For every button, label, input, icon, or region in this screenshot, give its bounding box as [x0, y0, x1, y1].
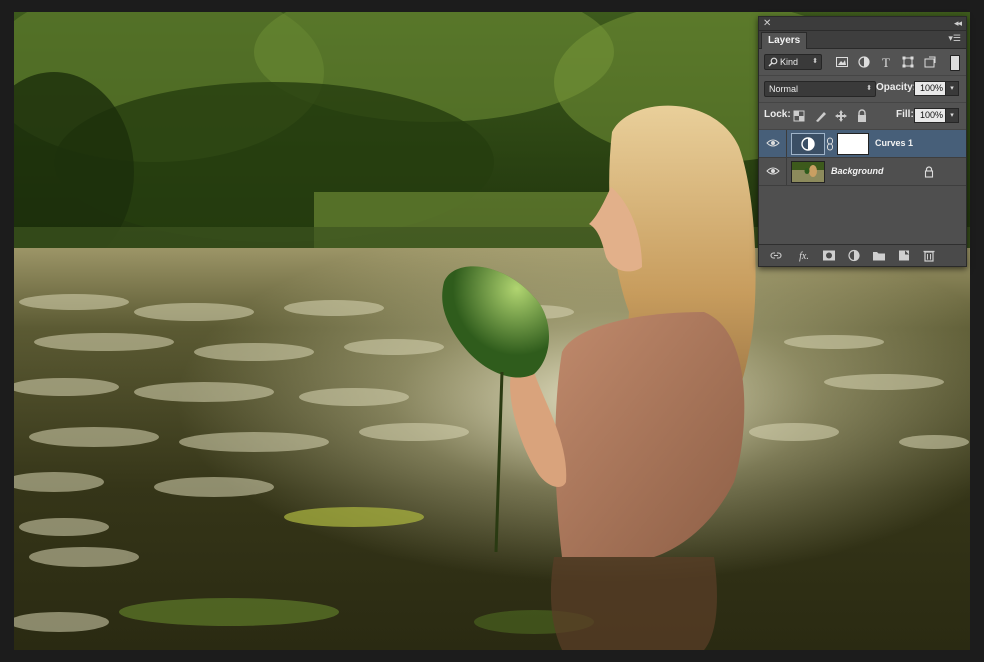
layer-name[interactable]: Background	[831, 166, 884, 176]
layers-panel: ✕ ◂◂ Layers ▾☰ Kind ⬍ T Normal ⬍ Opacity…	[758, 16, 967, 267]
filter-adjustment-icon[interactable]	[857, 55, 871, 69]
lock-paint-icon[interactable]	[814, 109, 828, 123]
new-layer-icon[interactable]	[897, 249, 911, 262]
fill-input[interactable]: 100%	[914, 108, 946, 123]
filter-pixel-icon[interactable]	[835, 55, 849, 69]
opacity-dropdown-button[interactable]: ▾	[945, 81, 959, 96]
adjustment-icon	[801, 137, 815, 151]
opacity-input[interactable]: 100%	[914, 81, 946, 96]
filter-smart-object-icon[interactable]	[923, 55, 937, 69]
lock-label: Lock:	[764, 109, 791, 120]
panel-menu-icon[interactable]: ▾☰	[948, 33, 961, 44]
blend-row: Normal ⬍ Opacity: 100% ▾	[759, 76, 966, 103]
fill-dropdown-button[interactable]: ▾	[945, 108, 959, 123]
tab-layers[interactable]: Layers	[761, 32, 808, 49]
opacity-label: Opacity:	[876, 82, 917, 93]
filter-toggle-icon[interactable]	[950, 55, 960, 71]
layer-name[interactable]: Curves 1	[875, 138, 913, 148]
divider	[786, 130, 787, 157]
lock-row: Lock: Fill: 100% ▾	[759, 103, 966, 130]
trash-icon[interactable]	[922, 249, 936, 262]
layer-thumbnail[interactable]	[791, 161, 825, 183]
svg-text:fx.: fx.	[799, 251, 809, 262]
panel-footer: fx.	[759, 244, 966, 266]
chevron-updown-icon: ⬍	[812, 58, 818, 65]
fx-icon[interactable]: fx.	[796, 249, 812, 262]
collapse-icon[interactable]: ◂◂	[954, 17, 962, 30]
layer-row-background[interactable]: Background	[759, 158, 966, 186]
filter-row: Kind ⬍ T	[759, 49, 966, 76]
filter-shape-icon[interactable]	[901, 55, 915, 69]
eye-icon[interactable]	[766, 165, 780, 177]
lock-icon	[924, 166, 934, 178]
divider	[786, 158, 787, 185]
filter-kind-select[interactable]: Kind ⬍	[764, 54, 822, 70]
new-group-icon[interactable]	[872, 249, 886, 262]
link-layers-icon[interactable]	[769, 249, 783, 262]
filter-kind-label: Kind	[780, 57, 799, 67]
chevron-updown-icon: ⬍	[866, 85, 872, 92]
new-adjustment-icon[interactable]	[847, 249, 861, 262]
blend-mode-value: Normal	[769, 84, 799, 94]
mask-thumbnail[interactable]	[837, 133, 869, 155]
blend-mode-select[interactable]: Normal ⬍	[764, 81, 876, 97]
panel-tabbar: Layers ▾☰	[759, 31, 966, 49]
eye-icon[interactable]	[766, 137, 780, 149]
close-icon[interactable]: ✕	[763, 17, 771, 30]
filter-type-icon[interactable]: T	[879, 55, 893, 69]
background-thumbnail-image	[792, 162, 824, 182]
fill-label: Fill:	[896, 109, 914, 120]
layers-list: Curves 1 Background	[759, 130, 966, 244]
svg-text:T: T	[882, 55, 890, 69]
chain-link-icon[interactable]	[826, 137, 834, 151]
add-mask-icon[interactable]	[822, 249, 836, 262]
panel-titlebar: ✕ ◂◂	[759, 17, 966, 31]
lock-transparent-icon[interactable]	[792, 109, 806, 123]
layer-row-curves[interactable]: Curves 1	[759, 130, 966, 158]
search-icon	[768, 57, 778, 67]
lock-position-icon[interactable]	[834, 109, 848, 123]
lock-all-icon[interactable]	[855, 109, 869, 123]
adjustment-thumbnail[interactable]	[791, 133, 825, 155]
